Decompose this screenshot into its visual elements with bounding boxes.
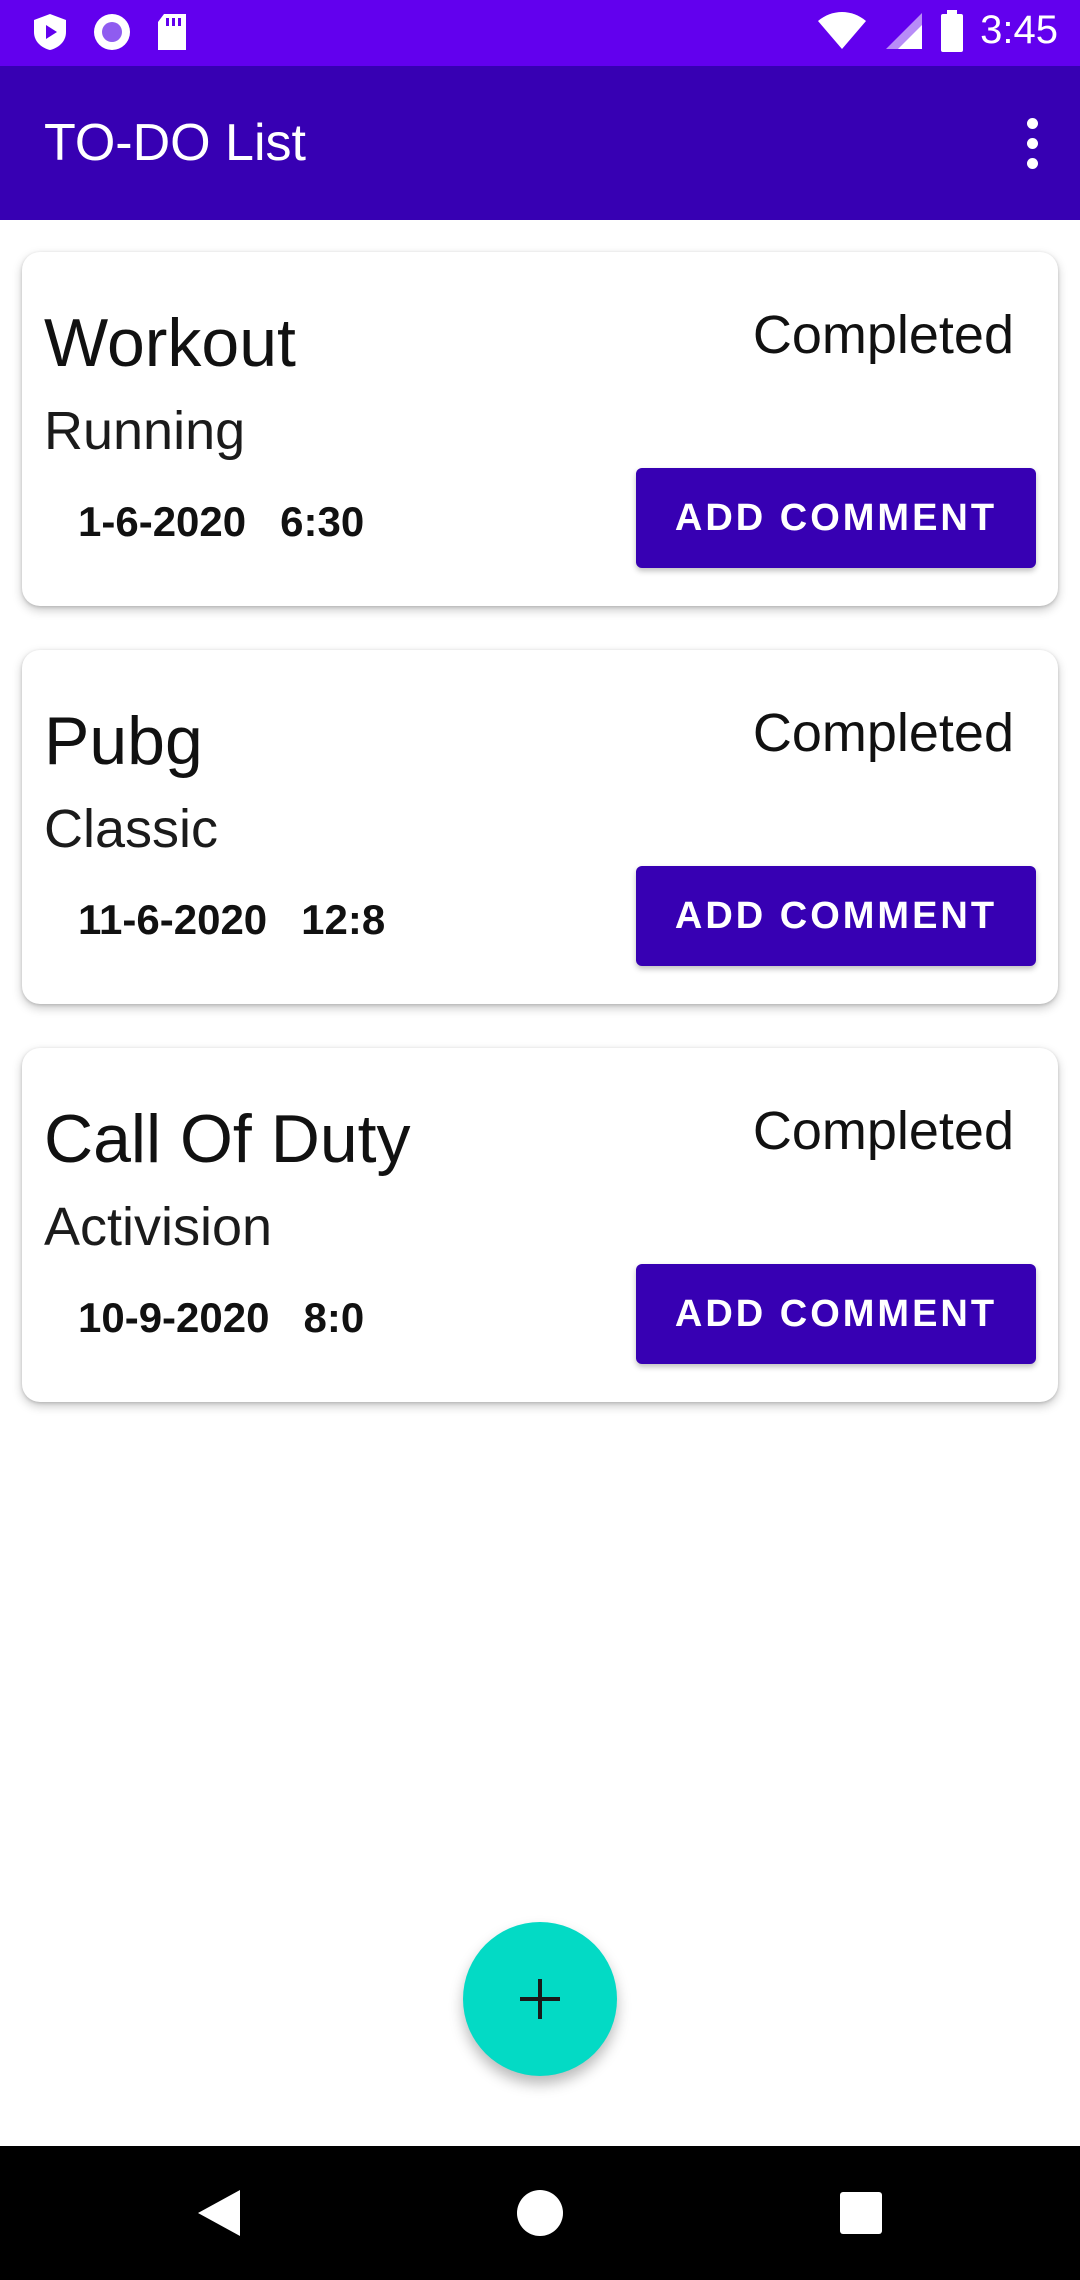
task-time: 8:0 [303, 1294, 365, 1341]
more-vert-icon[interactable] [1008, 107, 1056, 179]
add-comment-button[interactable]: ADD COMMENT [636, 1264, 1036, 1364]
task-time: 12:8 [301, 896, 386, 943]
task-title: Call Of Duty [44, 1101, 411, 1177]
recents-icon[interactable] [839, 2191, 883, 2235]
task-date: 11-6-2020 [78, 896, 268, 943]
task-date: 1-6-2020 [78, 498, 247, 545]
add-comment-button[interactable]: ADD COMMENT [636, 866, 1036, 966]
battery-icon [941, 9, 964, 52]
task-date: 10-9-2020 [78, 1294, 270, 1341]
record-icon [94, 14, 130, 50]
sd-card-icon [158, 14, 186, 50]
signal-icon [886, 12, 923, 49]
menu-dot [1026, 117, 1038, 129]
home-icon[interactable] [516, 2189, 564, 2237]
task-datetime: 1-6-2020 6:30 [78, 498, 364, 546]
add-task-fab[interactable] [463, 1922, 617, 2076]
task-datetime: 10-9-2020 8:0 [78, 1294, 364, 1342]
add-comment-button[interactable]: ADD COMMENT [636, 468, 1036, 568]
task-subtitle: Activision [44, 1197, 273, 1257]
status-right-icons: 3:45 [816, 8, 1058, 53]
status-left-icons [30, 12, 190, 52]
task-status: Completed [752, 703, 1014, 763]
task-subtitle: Running [44, 401, 246, 461]
task-status: Completed [752, 305, 1014, 365]
back-icon[interactable] [196, 2188, 242, 2238]
task-card[interactable]: Workout Running Completed 1-6-2020 6:30 … [22, 252, 1058, 606]
status-bar: 3:45 [0, 0, 1080, 66]
task-datetime: 11-6-2020 12:8 [78, 896, 385, 944]
task-list: Workout Running Completed 1-6-2020 6:30 … [22, 252, 1058, 1446]
task-card[interactable]: Call Of Duty Activision Completed 10-9-2… [22, 1048, 1058, 1402]
shield-play-icon [34, 14, 66, 50]
app-bar: TO-DO List [0, 66, 1080, 220]
plus-icon [520, 1979, 560, 2019]
task-status: Completed [752, 1101, 1014, 1161]
menu-dot [1026, 157, 1038, 169]
task-title: Workout [44, 305, 296, 381]
status-time: 3:45 [980, 8, 1058, 52]
task-title: Pubg [44, 703, 203, 779]
menu-dot [1026, 137, 1038, 149]
task-time: 6:30 [280, 498, 365, 545]
app-title: TO-DO List [44, 114, 306, 172]
task-subtitle: Classic [44, 799, 219, 859]
wifi-icon [818, 11, 867, 49]
task-card[interactable]: Pubg Classic Completed 11-6-2020 12:8 AD… [22, 650, 1058, 1004]
navigation-bar [0, 2146, 1080, 2280]
